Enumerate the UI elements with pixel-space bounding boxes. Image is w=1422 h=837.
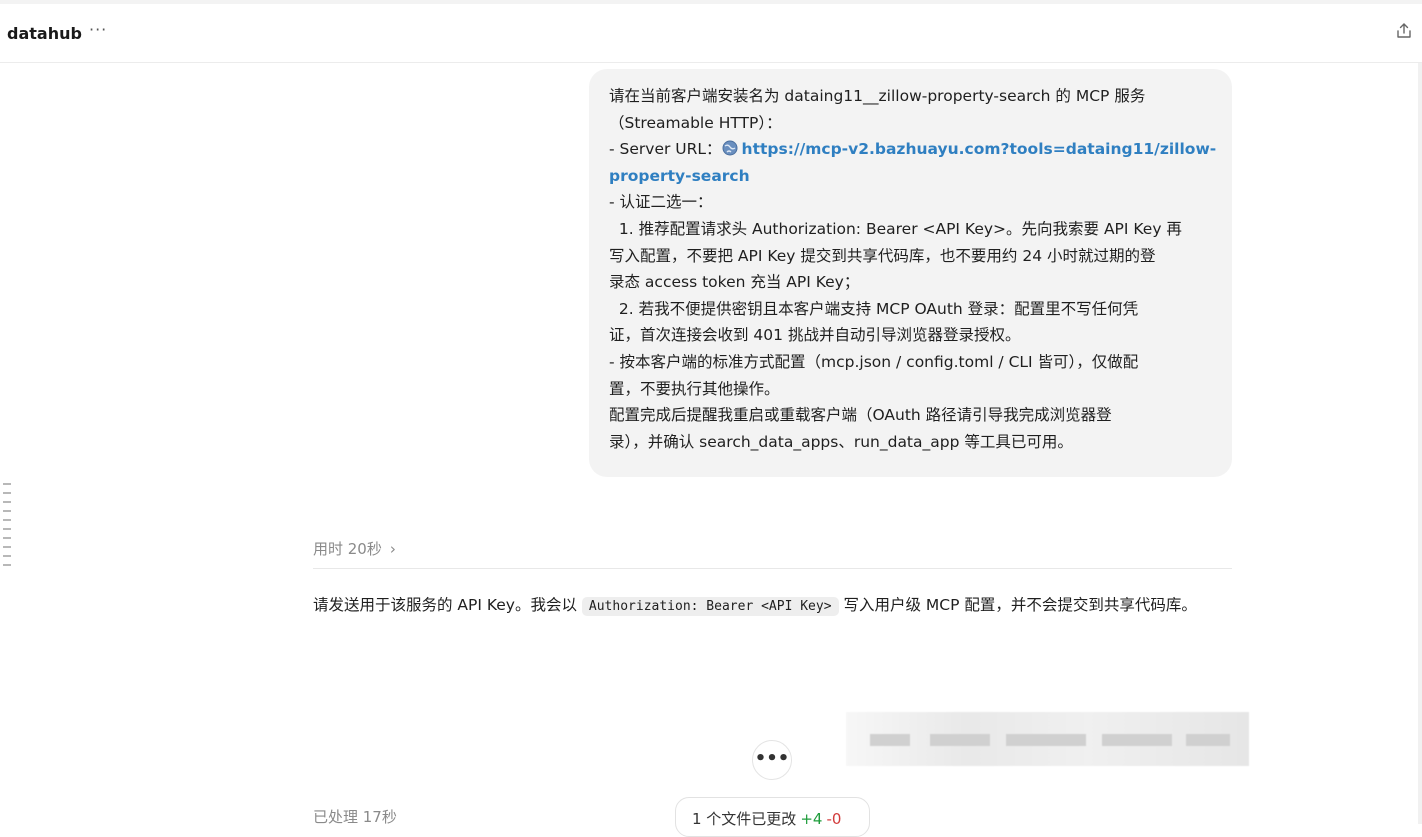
message-line: 写入配置，不要把 API Key 提交到共享代码库，也不要用约 24 小时就过期… [609,246,1156,265]
assistant-message: 请发送用于该服务的 API Key。我会以 Authorization: Bea… [313,590,1238,622]
outline-marker[interactable] [3,537,11,539]
message-line: （Streamable HTTP）： [609,113,782,132]
outline-marker[interactable] [3,528,11,530]
app-title: datahub [7,24,82,43]
scrollbar[interactable] [1418,63,1422,824]
outline-marker[interactable] [3,519,11,521]
globe-icon [722,140,738,156]
server-url-link-continued[interactable]: property-search [609,167,750,185]
share-button[interactable] [1395,22,1417,44]
assistant-text-part: 写入用户级 MCP 配置，并不会提交到共享代码库。 [838,596,1197,614]
outline-marker[interactable] [3,483,11,485]
message-line: - 按本客户端的标准方式配置（mcp.json / config.toml / … [609,352,1139,371]
more-options-button[interactable]: ••• [752,740,792,780]
message-line: 录），并确认 search_data_apps、run_data_app 等工具… [609,432,1073,451]
thinking-elapsed-toggle[interactable]: 用时 20秒 › [313,538,396,559]
outline-marker[interactable] [3,492,11,494]
outline-marker[interactable] [3,555,11,557]
message-line: 录态 access token 充当 API Key； [609,273,860,292]
message-line: 证，首次连接会收到 401 挑战并自动引导浏览器登录授权。 [609,326,1021,345]
outline-marker[interactable] [3,546,11,548]
message-line: - 认证二选一： [609,193,713,212]
message-line: property-search [609,163,1212,190]
message-line: 配置完成后提醒我重启或重载客户端（OAuth 路径请引导我完成浏览器登 [609,406,1112,425]
additions-count: +4 [800,810,823,828]
server-url-link[interactable]: https://mcp-v2.bazhuayu.com?tools=datain… [742,140,1217,158]
message-line: - Server URL： https://mcp-v2.bazhuayu.com… [609,136,1216,163]
header-more-button[interactable]: ··· [89,20,107,39]
side-outline-markers[interactable] [3,483,11,573]
outline-marker[interactable] [3,501,11,503]
message-line: 置，不要执行其他操作。 [609,379,780,398]
share-icon [1397,23,1411,38]
top-header: datahub ··· [0,4,1422,63]
message-line: 1. 推荐配置请求头 Authorization: Bearer <API Ke… [609,219,1182,238]
divider [313,568,1232,569]
chevron-right-icon: › [389,540,396,558]
files-changed-label: 1 个文件已更改 [692,810,797,828]
outline-marker[interactable] [3,510,11,512]
message-line: 2. 若我不便提供密钥且本客户端支持 MCP OAuth 登录：配置里不写任何凭 [609,299,1139,318]
assistant-text-part: 请发送用于该服务的 API Key。我会以 [313,596,582,614]
server-url-label: - Server URL： [609,140,722,159]
elapsed-label: 用时 20秒 [313,540,382,558]
files-changed-button[interactable]: 1 个文件已更改 +4 -0 [675,797,870,837]
blurred-redacted-message [846,712,1249,766]
outline-marker[interactable] [3,564,11,566]
user-message-bubble: 请在当前客户端安装名为 dataing11__zillow-property-s… [589,69,1232,477]
inline-code: Authorization: Bearer <API Key> [581,597,839,616]
deletions-count: -0 [826,810,842,828]
message-line: 请在当前客户端安装名为 dataing11__zillow-property-s… [609,87,1146,105]
